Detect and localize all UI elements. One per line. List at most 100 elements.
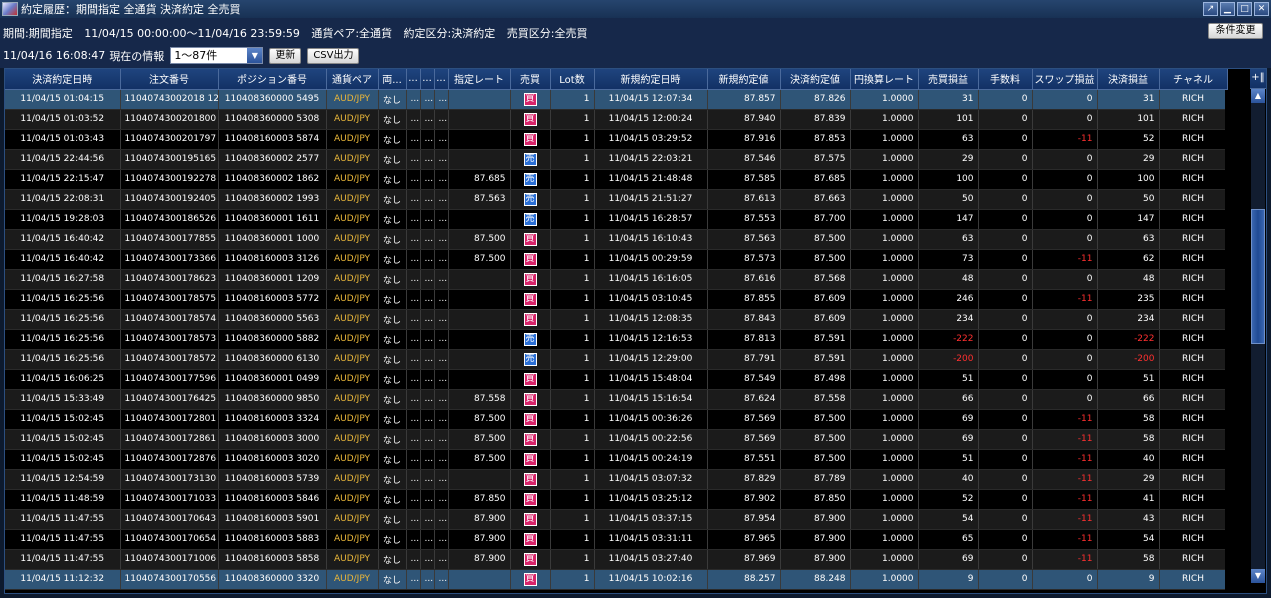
column-header[interactable]: 通貨ペア	[326, 69, 379, 90]
table-cell: 1.0000	[850, 349, 919, 370]
table-cell: 235	[1097, 289, 1160, 310]
column-header[interactable]: 両...	[378, 69, 407, 90]
table-row[interactable]: 11/04/15 16:27:58 1104074300178623 1104083…	[5, 269, 1228, 290]
table-cell: 87.609	[780, 309, 851, 330]
range-select-value: 1〜87件	[174, 49, 218, 62]
column-header[interactable]: 新規約定日時	[594, 69, 708, 90]
column-header[interactable]: 手数料	[978, 69, 1033, 90]
column-header[interactable]: チャネル	[1159, 69, 1228, 90]
scroll-down-icon[interactable]: ▼	[1251, 569, 1265, 583]
csv-export-button[interactable]: CSV出力	[307, 47, 360, 64]
table-cell: 87.609	[780, 289, 851, 310]
change-conditions-button[interactable]: 条件変更	[1208, 23, 1263, 39]
refresh-button[interactable]: 更新	[269, 47, 302, 64]
column-header[interactable]: 決済約定日時	[5, 69, 121, 90]
table-cell: AUD/JPY	[326, 129, 379, 150]
column-header[interactable]: 注文番号	[120, 69, 219, 90]
column-header[interactable]: 新規約定値	[707, 69, 781, 90]
table-cell: 87.591	[780, 329, 851, 350]
table-cell: 110408360000 9850	[218, 389, 327, 410]
column-header[interactable]: 決済損益	[1097, 69, 1160, 90]
table-cell: ...	[420, 309, 435, 330]
table-row[interactable]: 11/04/15 16:40:42 1104074300173366 1104081…	[5, 249, 1228, 270]
table-row[interactable]: 11/04/15 16:25:56 1104074300178573 1104083…	[5, 329, 1228, 350]
column-header[interactable]: ...	[420, 69, 435, 90]
current-time: 11/04/16 16:08:47	[3, 49, 106, 62]
vertical-scrollbar[interactable]: +‖ ▲ ▼	[1250, 69, 1266, 593]
table-cell: AUD/JPY	[326, 269, 379, 290]
table-row[interactable]: 11/04/15 19:28:03 1104074300186526 1104083…	[5, 209, 1228, 230]
restore-icon[interactable]: ↗	[1203, 2, 1218, 16]
table-row[interactable]: 11/04/15 01:03:52 1104074300201800 1104083…	[5, 109, 1228, 130]
table-cell: なし	[378, 489, 407, 510]
column-header[interactable]: 売買	[510, 69, 551, 90]
table-cell: 1104074300192278	[120, 169, 219, 190]
table-cell: なし	[378, 569, 407, 590]
app-logo-icon	[2, 2, 18, 16]
pair-filter: 通貨ペア:全通貨	[311, 27, 393, 40]
column-settings-icon[interactable]: +‖	[1250, 69, 1266, 89]
table-cell: ...	[434, 149, 449, 170]
table-cell: 買	[510, 129, 551, 150]
table-row[interactable]: 11/04/15 16:25:56 1104074300178572 1104083…	[5, 349, 1228, 370]
table-cell: AUD/JPY	[326, 349, 379, 370]
column-header[interactable]: 決済約定値	[780, 69, 851, 90]
table-cell: 0	[978, 89, 1033, 110]
buy-badge: 買	[523, 572, 537, 586]
table-row[interactable]: 11/04/15 22:08:31 1104074300192405 1104083…	[5, 189, 1228, 210]
table-cell	[448, 129, 511, 150]
column-header[interactable]: スワップ損益	[1032, 69, 1098, 90]
table-row[interactable]: 11/04/15 11:47:55 1104074300171006 1104081…	[5, 549, 1228, 570]
table-cell: RICH	[1159, 229, 1228, 250]
chevron-down-icon[interactable]: ▼	[247, 48, 263, 63]
scroll-track[interactable]	[1251, 103, 1265, 569]
column-header[interactable]: ポジション番号	[218, 69, 327, 90]
table-row[interactable]: 11/04/15 15:02:45 1104074300172861 1104081…	[5, 429, 1228, 450]
table-row[interactable]: 11/04/15 16:25:56 1104074300178575 1104081…	[5, 289, 1228, 310]
minimize-icon[interactable]: ▁	[1220, 2, 1235, 16]
table-cell: なし	[378, 149, 407, 170]
table-row[interactable]: 11/04/15 16:25:56 1104074300178574 1104083…	[5, 309, 1228, 330]
table-row[interactable]: 11/04/15 15:02:45 1104074300172876 1104081…	[5, 449, 1228, 470]
column-header[interactable]: ...	[406, 69, 421, 90]
scroll-thumb[interactable]	[1251, 209, 1265, 344]
table-row[interactable]: 11/04/15 11:12:32 1104074300170556 1104083…	[5, 569, 1228, 590]
column-header[interactable]: 売買損益	[918, 69, 979, 90]
table-cell: 87.500	[780, 449, 851, 470]
range-select[interactable]: 1〜87件 ▼	[170, 47, 264, 64]
table-row[interactable]: 11/04/15 22:15:47 1104074300192278 1104083…	[5, 169, 1228, 190]
table-cell: ...	[406, 409, 421, 430]
table-row[interactable]: 11/04/15 12:54:59 1104074300173130 1104081…	[5, 469, 1228, 490]
table-row[interactable]: 11/04/15 11:47:55 1104074300170654 1104081…	[5, 529, 1228, 550]
table-cell: 1104074300172801	[120, 409, 219, 430]
table-row[interactable]: 11/04/15 15:02:45 1104074300172801 1104081…	[5, 409, 1228, 430]
table-cell: 110408160003 5858	[218, 549, 327, 570]
table-cell: 100	[918, 169, 979, 190]
column-header[interactable]: ...	[434, 69, 449, 90]
table-row[interactable]: 11/04/15 22:44:56 1104074300195165 1104083…	[5, 149, 1228, 170]
column-header[interactable]: 円換算レート	[850, 69, 919, 90]
table-cell: 売	[510, 209, 551, 230]
table-row[interactable]: 11/04/15 01:03:43 1104074300201797 1104081…	[5, 129, 1228, 150]
table-row[interactable]: 11/04/15 11:47:55 1104074300170643 1104081…	[5, 509, 1228, 530]
table-cell: -11	[1032, 249, 1098, 270]
column-header[interactable]: 指定レート	[448, 69, 511, 90]
close-icon[interactable]: ✕	[1254, 2, 1269, 16]
table-row[interactable]: 11/04/15 11:48:59 1104074300171033 1104081…	[5, 489, 1228, 510]
table-cell: ...	[420, 209, 435, 230]
maximize-icon[interactable]: □	[1237, 2, 1252, 16]
column-header[interactable]: Lot数	[550, 69, 595, 90]
table-cell: 0	[1032, 109, 1098, 130]
table-row[interactable]: 11/04/15 16:40:42 1104074300177855 1104083…	[5, 229, 1228, 250]
table-cell: ...	[420, 389, 435, 410]
table-row[interactable]: 11/04/15 15:33:49 1104074300176425 1104083…	[5, 389, 1228, 410]
table-row[interactable]: 11/04/15 16:06:25 1104074300177596 1104083…	[5, 369, 1228, 390]
table-cell: 0	[978, 269, 1033, 290]
buy-badge: 買	[523, 412, 537, 426]
scroll-up-icon[interactable]: ▲	[1251, 89, 1265, 103]
table-cell: 29	[1097, 149, 1160, 170]
table-cell: なし	[378, 109, 407, 130]
table-row[interactable]: 11/04/15 01:04:15 11040743002018 12 110408…	[5, 89, 1228, 110]
table-cell: なし	[378, 209, 407, 230]
table-cell: 1.0000	[850, 409, 919, 430]
